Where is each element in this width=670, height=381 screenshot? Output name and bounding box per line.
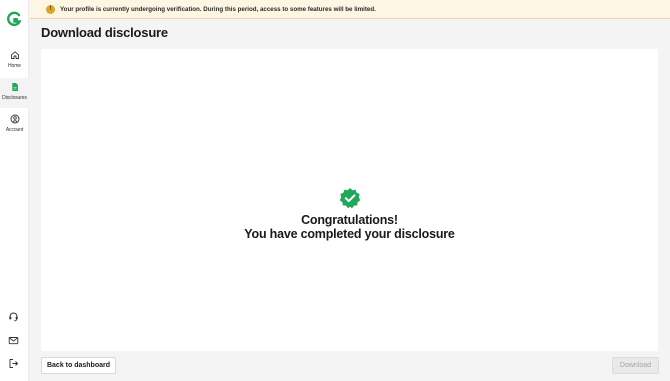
disclosure-card: Congratulations! You have completed your… [41,49,658,351]
sidebar-item-disclosures[interactable]: Disclosures [0,78,29,108]
sidebar-item-label: Home [8,63,21,69]
page-title: Download disclosure [41,25,168,40]
sidebar: Home Disclosures Account [0,0,29,381]
sidebar-item-label: Disclosures [2,95,27,101]
user-circle-icon [10,114,19,124]
sidebar-item-label: Account [5,127,24,133]
verification-banner: ! Your profile is currently undergoing v… [30,0,670,19]
verified-badge-icon [339,188,360,209]
headset-icon[interactable] [8,311,19,322]
congrats-line-1: Congratulations! [301,213,398,227]
back-to-dashboard-button[interactable]: Back to dashboard [41,357,116,374]
brand-logo[interactable] [6,11,22,27]
download-button[interactable]: Download [612,357,659,374]
app-root: Home Disclosures Account ! Your profile … [0,0,670,381]
warning-icon: ! [46,4,55,14]
logout-icon[interactable] [8,358,19,369]
document-icon [11,83,18,91]
home-icon [10,51,19,59]
success-message: Congratulations! You have completed your… [41,187,658,241]
congrats-line-2: You have completed your disclosure [244,227,455,241]
banner-message: Your profile is currently undergoing ver… [60,5,376,13]
sidebar-item-account[interactable]: Account [0,110,29,140]
mail-icon[interactable] [8,335,19,346]
sidebar-item-home[interactable]: Home [0,46,29,76]
